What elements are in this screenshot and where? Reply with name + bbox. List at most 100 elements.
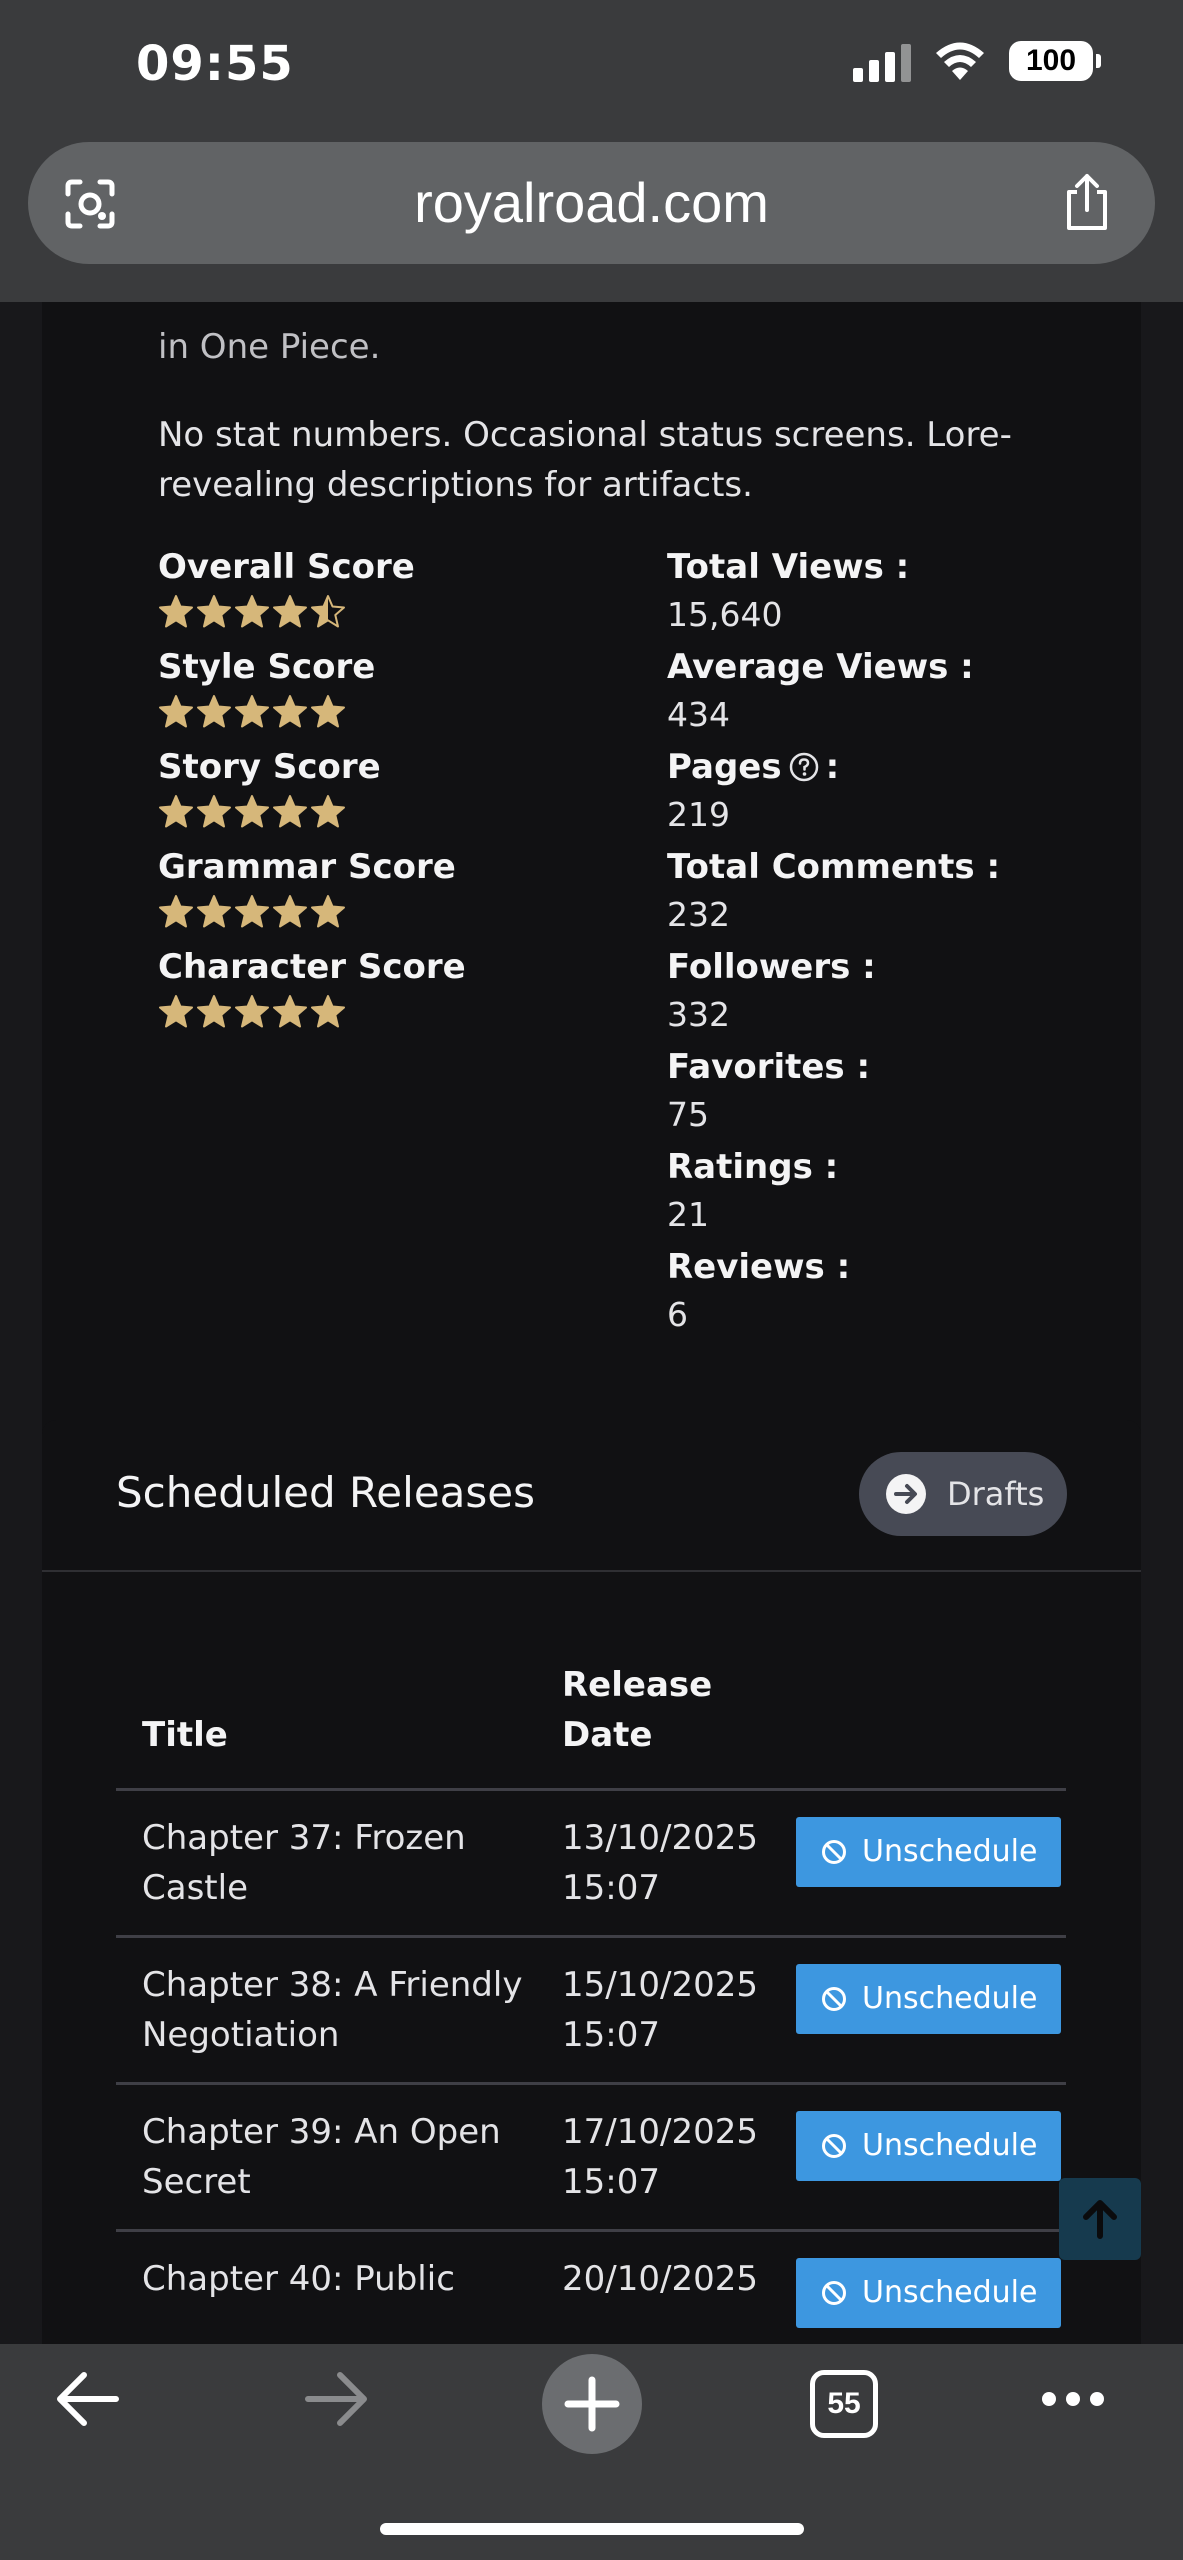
- star-rating: [158, 594, 638, 630]
- stat-label: Reviews :: [667, 1247, 851, 1287]
- stat-favorites: Favorites : 75: [667, 1044, 1087, 1144]
- star-icon: [311, 695, 345, 728]
- forward-icon[interactable]: [304, 2370, 370, 2428]
- star-icon: [159, 895, 193, 928]
- scheduled-table: Title Release Date Chapter 37: Frozen Cas…: [116, 1660, 1066, 2344]
- score-character: Character Score: [158, 944, 638, 1044]
- stat-ratings: Ratings : 21: [667, 1144, 1087, 1244]
- description-cut-text: in One Piece.: [158, 327, 381, 367]
- stat-label-suffix: :: [825, 747, 840, 787]
- stat-label: Pages: [667, 747, 782, 787]
- score-label: Style Score: [158, 647, 376, 687]
- stat-value: 219: [667, 795, 730, 834]
- status-icons: 100: [853, 40, 1101, 82]
- release-date: 13/10/2025: [562, 1818, 758, 1858]
- score-style: Style Score: [158, 644, 638, 744]
- stat-pages: Pages : 219: [667, 744, 1087, 844]
- release-date: 20/10/2025: [562, 2259, 758, 2299]
- star-icon: [273, 995, 307, 1028]
- star-icon: [197, 795, 231, 828]
- status-bar: 09:55 100: [0, 0, 1183, 140]
- unschedule-button[interactable]: Unschedule: [796, 2258, 1062, 2328]
- stat-label: Total Comments :: [667, 847, 1001, 887]
- unschedule-label: Unschedule: [862, 1834, 1038, 1869]
- description-note: No stat numbers. Occasional status scree…: [158, 415, 1012, 505]
- help-icon[interactable]: [788, 751, 820, 783]
- score-label: Overall Score: [158, 547, 415, 587]
- star-icon: [273, 595, 307, 628]
- stat-value: 232: [667, 895, 730, 934]
- stat-label: Average Views :: [667, 647, 974, 687]
- score-story: Story Score: [158, 744, 638, 844]
- chapter-title-line1[interactable]: Chapter 38: A Friendly: [142, 1960, 536, 2010]
- chapter-title-line2[interactable]: Secret: [142, 2157, 536, 2207]
- ban-icon: [822, 1840, 846, 1864]
- chapter-title-line1[interactable]: Chapter 39: An Open: [142, 2107, 536, 2157]
- table-row: Chapter 37: Frozen Castle 13/10/2025 15:07 U…: [116, 1789, 1066, 1938]
- home-indicator: [380, 2523, 804, 2535]
- star-icon: [235, 795, 269, 828]
- star-rating: [158, 994, 638, 1030]
- wifi-icon: [936, 42, 984, 80]
- stat-label: Ratings :: [667, 1147, 839, 1187]
- unschedule-label: Unschedule: [862, 1981, 1038, 2016]
- stat-value: 21: [667, 1195, 709, 1234]
- share-icon[interactable]: [1059, 172, 1115, 232]
- ban-icon: [822, 2281, 846, 2305]
- star-icon: [197, 695, 231, 728]
- table-row: Chapter 38: A Friendly Negotiation 15/10/2…: [116, 1936, 1066, 2085]
- stats-column: Total Views : 15,640 Average Views : 434…: [667, 544, 1087, 1344]
- star-rating: [158, 794, 638, 830]
- column-release-date-line2: Date: [562, 1715, 653, 1755]
- stat-label: Followers :: [667, 947, 876, 987]
- page-content: in One Piece. No stat numbers. Occasiona…: [0, 302, 1183, 2344]
- star-icon: [235, 695, 269, 728]
- chapter-title-cell: Chapter 39: An Open Secret: [116, 2083, 536, 2232]
- stat-value: 332: [667, 995, 730, 1034]
- tabs-button[interactable]: 55: [810, 2370, 878, 2438]
- unschedule-label: Unschedule: [862, 2128, 1038, 2163]
- scroll-to-top-button[interactable]: [1059, 2178, 1141, 2260]
- new-tab-button[interactable]: [542, 2354, 642, 2454]
- score-label: Character Score: [158, 947, 466, 987]
- browser-address-area: royalroad.com: [0, 140, 1183, 302]
- arrow-up-icon: [1083, 2200, 1117, 2239]
- arrow-right-circle-icon: [886, 1474, 926, 1514]
- back-icon[interactable]: [54, 2370, 120, 2428]
- drafts-button[interactable]: Drafts: [859, 1452, 1067, 1536]
- star-icon: [197, 595, 231, 628]
- star-icon: [273, 895, 307, 928]
- table-row: Chapter 40: Public 20/10/2025 Unschedule: [116, 2230, 1066, 2344]
- url-text: royalroad.com: [414, 171, 769, 234]
- stat-average-views: Average Views : 434: [667, 644, 1087, 744]
- address-bar[interactable]: royalroad.com: [28, 142, 1155, 264]
- star-rating: [158, 894, 638, 930]
- more-icon[interactable]: [1040, 2390, 1106, 2408]
- star-icon: [159, 695, 193, 728]
- release-date-cell: 20/10/2025: [536, 2230, 770, 2344]
- stat-value: 434: [667, 695, 730, 734]
- scheduled-header: Scheduled Releases Drafts: [42, 1420, 1141, 1572]
- chapter-title-line1[interactable]: Chapter 40: Public: [142, 2254, 536, 2304]
- chapter-title-line1[interactable]: Chapter 37: Frozen: [142, 1813, 536, 1863]
- chapter-title-line2[interactable]: Negotiation: [142, 2010, 536, 2060]
- chapter-title-cell: Chapter 40: Public: [116, 2230, 536, 2344]
- ban-icon: [822, 1987, 846, 2011]
- release-date-cell: 15/10/2025 15:07: [536, 1936, 770, 2085]
- star-icon: [311, 795, 345, 828]
- drafts-label: Drafts: [947, 1475, 1045, 1513]
- stat-label-row: Pages :: [667, 744, 1087, 790]
- status-time: 09:55: [136, 36, 294, 92]
- unschedule-button[interactable]: Unschedule: [796, 2111, 1062, 2181]
- column-title: Title: [116, 1660, 536, 1791]
- chapter-title-cell: Chapter 37: Frozen Castle: [116, 1789, 536, 1938]
- star-rating: [158, 694, 638, 730]
- stat-followers: Followers : 332: [667, 944, 1087, 1044]
- scheduled-releases-card: Scheduled Releases Drafts Title Release …: [42, 1420, 1141, 2344]
- unschedule-button[interactable]: Unschedule: [796, 1817, 1062, 1887]
- action-cell: Unschedule: [770, 2083, 1066, 2232]
- unschedule-button[interactable]: Unschedule: [796, 1964, 1062, 2034]
- release-date: 15/10/2025: [562, 1965, 758, 2005]
- chapter-title-line2[interactable]: Castle: [142, 1863, 536, 1913]
- release-time: 15:07: [562, 1868, 660, 1908]
